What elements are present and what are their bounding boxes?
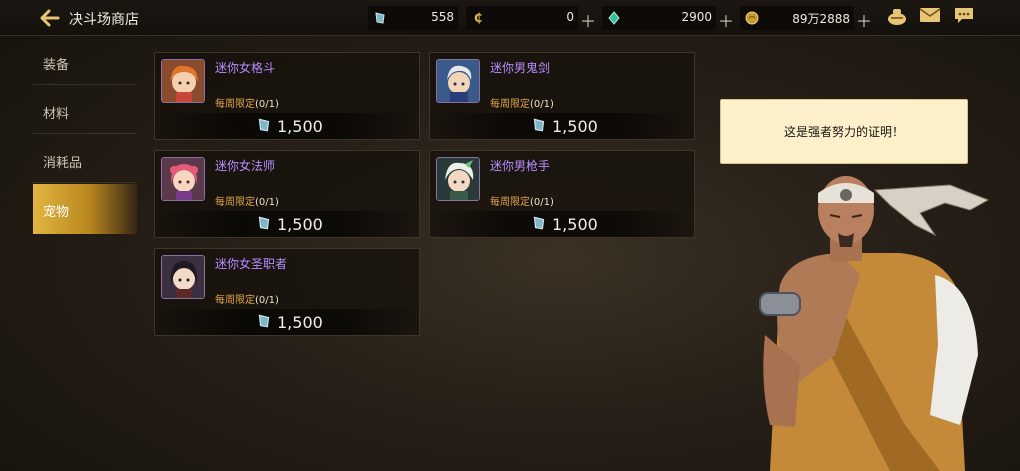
currency-c-coin: ₵ 0 ＋ bbox=[466, 6, 596, 31]
item-name: 迷你女格斗 bbox=[215, 61, 276, 75]
npc-speech-text: 这是强者努力的证明！ bbox=[783, 125, 904, 139]
gem-icon bbox=[256, 117, 274, 135]
price-bar: 1,500 bbox=[155, 113, 419, 139]
item-name: 迷你男枪手 bbox=[490, 159, 551, 173]
item-price: 1,500 bbox=[277, 215, 323, 234]
crystal-plus-button[interactable]: ＋ bbox=[718, 8, 734, 32]
sidebar-item-equipment[interactable]: 装备 bbox=[33, 37, 137, 85]
sidebar-item-label: 材料 bbox=[43, 107, 70, 122]
sidebar-item-consumables[interactable]: 消耗品 bbox=[33, 135, 137, 183]
item-name: 迷你女法师 bbox=[215, 159, 276, 173]
item-name: 迷你女圣职者 bbox=[215, 257, 288, 271]
gem-value: 558 bbox=[431, 10, 454, 24]
page-title: 决斗场商店 bbox=[69, 12, 139, 28]
item-portrait-male-gunner bbox=[436, 157, 480, 201]
gem-icon bbox=[372, 10, 388, 26]
weekly-limit: 每周限定(0/1) bbox=[215, 295, 279, 306]
gold-icon bbox=[744, 10, 760, 26]
treasure-icon[interactable] bbox=[885, 6, 909, 28]
weekly-limit: 每周限定(0/1) bbox=[215, 197, 279, 208]
weekly-limit: 每周限定(0/1) bbox=[490, 99, 554, 110]
price-bar: 1,500 bbox=[155, 309, 419, 335]
item-price: 1,500 bbox=[552, 215, 598, 234]
item-portrait-female-mage bbox=[161, 157, 205, 201]
currency-gold: 89万2888 ＋ bbox=[740, 6, 872, 31]
gem-icon bbox=[531, 117, 549, 135]
weekly-limit: 每周限定(0/1) bbox=[490, 197, 554, 208]
gem-icon bbox=[256, 215, 274, 233]
item-price: 1,500 bbox=[277, 117, 323, 136]
item-portrait-female-priest bbox=[161, 255, 205, 299]
sidebar-item-label: 消耗品 bbox=[43, 156, 83, 171]
gem-icon bbox=[531, 215, 549, 233]
shop-item-card[interactable]: 迷你男鬼剑 每周限定(0/1) 1,500 bbox=[429, 52, 695, 140]
currency-gem: 558 bbox=[368, 6, 458, 30]
c-coin-icon: ₵ bbox=[473, 11, 483, 25]
back-arrow-icon[interactable] bbox=[38, 7, 62, 29]
shop-item-card[interactable]: 迷你女法师 每周限定(0/1) 1,500 bbox=[154, 150, 420, 238]
price-bar: 1,500 bbox=[430, 113, 694, 139]
price-bar: 1,500 bbox=[155, 211, 419, 237]
sidebar-item-label: 装备 bbox=[43, 58, 70, 73]
gold-plus-button[interactable]: ＋ bbox=[856, 8, 872, 32]
shop-item-card[interactable]: 迷你女圣职者 每周限定(0/1) 1,500 bbox=[154, 248, 420, 336]
sidebar-item-materials[interactable]: 材料 bbox=[33, 86, 137, 134]
sidebar-item-label: 宠物 bbox=[43, 205, 70, 220]
currency-crystal: 2900 ＋ bbox=[602, 6, 734, 31]
shop-item-card[interactable]: 迷你男枪手 每周限定(0/1) 1,500 bbox=[429, 150, 695, 238]
npc-speech-bubble: 这是强者努力的证明！ bbox=[720, 99, 968, 164]
crystal-icon bbox=[606, 10, 622, 26]
top-bar: 决斗场商店 558 ₵ 0 ＋ 2900 ＋ 89万2888 ＋ bbox=[0, 0, 1020, 36]
c-coin-value: 0 bbox=[566, 10, 574, 24]
price-bar: 1,500 bbox=[430, 211, 694, 237]
item-price: 1,500 bbox=[277, 313, 323, 332]
item-portrait-male-slayer bbox=[436, 59, 480, 103]
npc-monk-illustration bbox=[759, 176, 990, 471]
crystal-value: 2900 bbox=[681, 10, 712, 24]
c-coin-plus-button[interactable]: ＋ bbox=[580, 8, 596, 32]
sidebar-item-pets[interactable]: 宠物 bbox=[33, 184, 137, 234]
item-portrait-female-fighter bbox=[161, 59, 205, 103]
gem-icon bbox=[256, 313, 274, 331]
gold-value: 89万2888 bbox=[792, 12, 850, 26]
mail-icon[interactable] bbox=[918, 6, 942, 28]
item-name: 迷你男鬼剑 bbox=[490, 61, 551, 75]
weekly-limit: 每周限定(0/1) bbox=[215, 99, 279, 110]
shop-item-card[interactable]: 迷你女格斗 每周限定(0/1) 1,500 bbox=[154, 52, 420, 140]
chat-icon[interactable] bbox=[952, 6, 976, 28]
item-price: 1,500 bbox=[552, 117, 598, 136]
